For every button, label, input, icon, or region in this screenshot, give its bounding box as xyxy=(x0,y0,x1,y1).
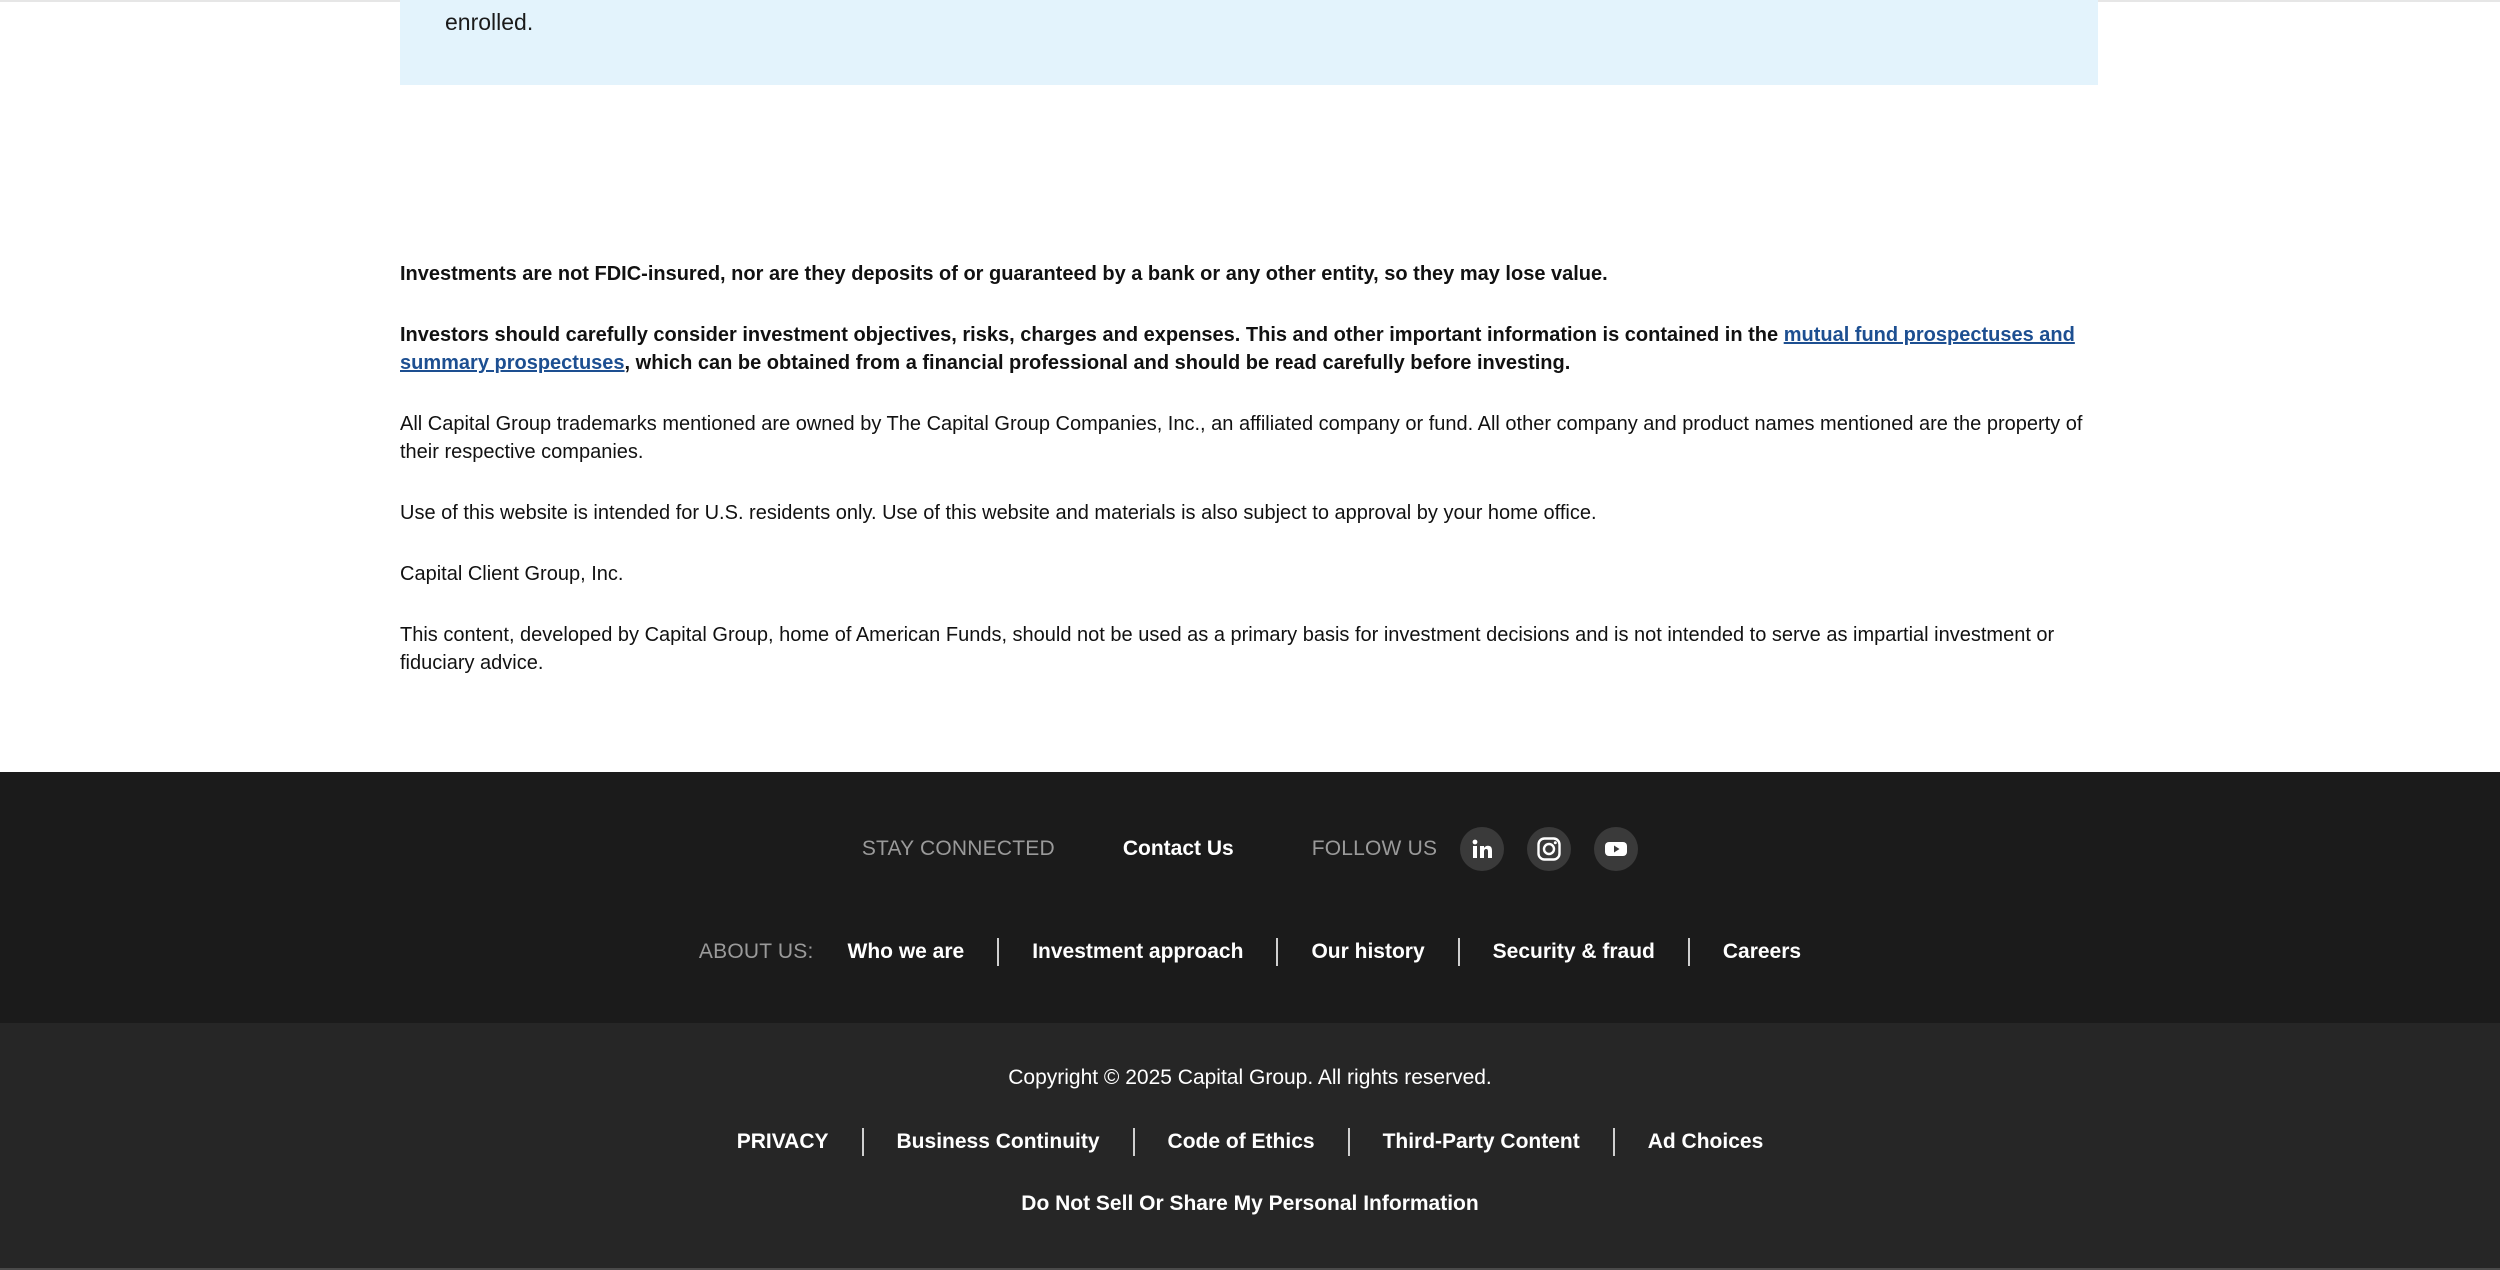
business-continuity-link[interactable]: Business Continuity xyxy=(897,1130,1100,1154)
linkedin-icon[interactable] xyxy=(1460,827,1505,871)
investors-disclosure-outro: , which can be obtained from a financial… xyxy=(624,352,1571,374)
stay-connected-label: STAY CONNECTED xyxy=(861,837,1055,860)
divider xyxy=(1457,938,1460,966)
info-callout-text: enrolled. xyxy=(445,9,534,35)
divider xyxy=(997,938,1000,966)
careers-link[interactable]: Careers xyxy=(1723,940,1801,964)
copyright: Copyright © 2025 Capital Group. All righ… xyxy=(1008,1066,1492,1089)
info-callout: enrolled. xyxy=(400,0,2098,85)
divider xyxy=(861,1128,864,1156)
about-us-label: ABOUT US: xyxy=(698,940,814,963)
security-fraud-link[interactable]: Security & fraud xyxy=(1493,940,1655,964)
contact-us-link[interactable]: Contact Us xyxy=(1123,837,1234,861)
footer-top xyxy=(0,772,2500,1023)
do-not-sell-link[interactable]: Do Not Sell Or Share My Personal Informa… xyxy=(1021,1192,1478,1215)
entity-name: Capital Client Group, Inc. xyxy=(400,563,624,585)
divider xyxy=(1276,938,1279,966)
fdic-disclosure: Investments are not FDIC-insured, nor ar… xyxy=(400,263,1608,285)
youtube-icon[interactable] xyxy=(1594,827,1639,871)
divider xyxy=(1687,938,1690,966)
about-us-row: ABOUT US: Who we are Investment approach… xyxy=(0,935,2500,969)
divider xyxy=(1612,1128,1615,1156)
trademarks-disclosure: All Capital Group trademarks mentioned a… xyxy=(400,413,2083,463)
divider xyxy=(1132,1128,1135,1156)
investors-disclosure: Investors should carefully consider inve… xyxy=(400,321,2098,377)
instagram-icon[interactable] xyxy=(1527,827,1572,871)
divider xyxy=(1347,1128,1350,1156)
do-not-sell-row: Do Not Sell Or Share My Personal Informa… xyxy=(0,1192,2500,1216)
page: enrolled. Investments are not FDIC-insur… xyxy=(0,0,2500,1270)
who-we-are-link[interactable]: Who we are xyxy=(848,940,965,964)
content-disclosure: This content, developed by Capital Group… xyxy=(400,624,2055,674)
investment-approach-link[interactable]: Investment approach xyxy=(1032,940,1243,964)
residents-disclosure: Use of this website is intended for U.S.… xyxy=(400,502,1597,524)
code-of-ethics-link[interactable]: Code of Ethics xyxy=(1168,1130,1315,1154)
stay-connected-row: STAY CONNECTED Contact Us FOLLOW US xyxy=(0,826,2500,872)
privacy-link[interactable]: PRIVACY xyxy=(737,1130,829,1154)
investors-disclosure-intro: Investors should carefully consider inve… xyxy=(400,324,1784,346)
third-party-content-link[interactable]: Third-Party Content xyxy=(1383,1130,1580,1154)
ad-choices-link[interactable]: Ad Choices xyxy=(1648,1130,1764,1154)
follow-us-label: FOLLOW US xyxy=(1311,837,1438,860)
our-history-link[interactable]: Our history xyxy=(1311,940,1424,964)
disclosures: Investments are not FDIC-insured, nor ar… xyxy=(400,260,2098,710)
legal-links-row: PRIVACY Business Continuity Code of Ethi… xyxy=(0,1126,2500,1158)
